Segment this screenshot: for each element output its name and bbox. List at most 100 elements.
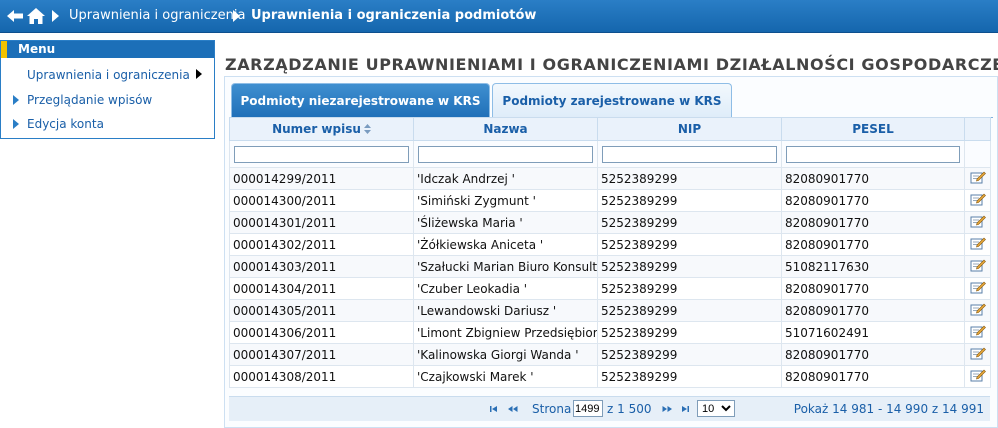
edit-icon[interactable] [970, 193, 986, 209]
cell-numer: 000014303/2011 [229, 255, 414, 278]
cell-nazwa: 'Czajkowski Marek ' [413, 365, 598, 388]
chevron-right-icon [13, 95, 19, 105]
cell-nip: 5252389299 [597, 255, 782, 278]
cell-nip: 5252389299 [597, 321, 782, 344]
filter-cell [597, 140, 782, 168]
edit-cell [964, 365, 991, 388]
table-row[interactable]: 000014300/2011 'Simiński Zygmunt ' 5252389… [229, 189, 991, 212]
cell-numer: 000014307/2011 [229, 343, 414, 366]
first-page-icon[interactable] [489, 403, 499, 417]
table-row[interactable]: 000014303/2011 'Szałucki Marian Biuro Kon… [229, 255, 991, 278]
edit-cell [964, 299, 991, 322]
back-arrow-icon[interactable] [6, 6, 24, 26]
page-title: ZARZĄDZANIE UPRAWNIENIAMI I OGRANICZENIA… [225, 55, 998, 74]
menu-item-uprawnienia[interactable]: Uprawnienia i ograniczenia [27, 65, 202, 85]
column-header-nazwa[interactable]: Nazwa [413, 117, 598, 141]
edit-cell [964, 189, 991, 212]
cell-numer: 000014300/2011 [229, 189, 414, 212]
cell-nazwa: 'Śliżewska Maria ' [413, 211, 598, 234]
cell-nip: 5252389299 [597, 167, 782, 190]
edit-cell [964, 211, 991, 234]
cell-pesel: 82080901770 [781, 233, 965, 256]
cell-nip: 5252389299 [597, 365, 782, 388]
cell-numer: 000014305/2011 [229, 299, 414, 322]
breadcrumb-separator-icon [52, 10, 59, 22]
filter-nip-input[interactable] [602, 145, 777, 163]
current-item-arrow-icon [195, 69, 202, 79]
edit-icon[interactable] [970, 325, 986, 341]
edit-cell [964, 277, 991, 300]
table-row[interactable]: 000014307/2011 'Kalinowska Giorgi Wanda '… [229, 343, 991, 366]
cell-nip: 5252389299 [597, 299, 782, 322]
table-row[interactable]: 000014302/2011 'Żółkiewska Aniceta ' 52523… [229, 233, 991, 256]
filter-numer-input[interactable] [234, 145, 409, 163]
cell-pesel: 82080901770 [781, 189, 965, 212]
cell-nazwa: 'Żółkiewska Aniceta ' [413, 233, 598, 256]
cell-nazwa: 'Limont Zbigniew Przedsiębiorst [413, 321, 598, 344]
menu-title: Menu [1, 41, 214, 58]
cell-nazwa: 'Czuber Leokadia ' [413, 277, 598, 300]
breadcrumb-separator-icon [233, 10, 240, 22]
cell-numer: 000014302/2011 [229, 233, 414, 256]
page-label: Strona [532, 402, 572, 416]
cell-nazwa: 'Lewandowski Dariusz ' [413, 299, 598, 322]
cell-numer: 000014304/2011 [229, 277, 414, 300]
edit-icon[interactable] [970, 303, 986, 319]
edit-icon[interactable] [970, 281, 986, 297]
cell-nip: 5252389299 [597, 211, 782, 234]
cell-pesel: 51082117630 [781, 255, 965, 278]
table-row[interactable]: 000014304/2011 'Czuber Leokadia ' 52523892… [229, 277, 991, 300]
cell-nip: 5252389299 [597, 233, 782, 256]
edit-cell [964, 167, 991, 190]
last-page-icon[interactable] [680, 403, 690, 417]
filter-pesel-input[interactable] [786, 145, 960, 163]
tab-niezarejestrowane[interactable]: Podmioty niezarejestrowane w KRS [231, 83, 490, 118]
pagination-bar: Strona z 1 500 10 Pokaż 14 981 - 14 990 … [229, 396, 990, 421]
table-row[interactable]: 000014308/2011 'Czajkowski Marek ' 5252389… [229, 365, 991, 388]
edit-cell [964, 321, 991, 344]
edit-icon[interactable] [970, 237, 986, 253]
edit-icon[interactable] [970, 369, 986, 385]
sort-icon [363, 124, 371, 134]
filter-row [229, 140, 991, 168]
page-number-input[interactable] [573, 400, 603, 417]
filter-cell [781, 140, 965, 168]
edit-cell [964, 233, 991, 256]
cell-numer: 000014308/2011 [229, 365, 414, 388]
edit-icon[interactable] [970, 171, 986, 187]
edit-icon[interactable] [970, 259, 986, 275]
table-row[interactable]: 000014299/2011 'Idczak Andrzej ' 525238929… [229, 167, 991, 190]
prev-page-icon[interactable] [507, 403, 519, 417]
chevron-right-icon [13, 119, 19, 129]
menu-item-label: Uprawnienia i ograniczenia [27, 68, 190, 82]
edit-icon[interactable] [970, 215, 986, 231]
filter-nazwa-input[interactable] [418, 145, 593, 163]
menu-item-przegladanie[interactable]: Przeglądanie wpisów [10, 90, 152, 110]
rows-per-page-select[interactable]: 10 [697, 400, 735, 417]
cell-numer: 000014301/2011 [229, 211, 414, 234]
column-header-numer[interactable]: Numer wpisu [229, 117, 414, 141]
filter-cell [413, 140, 598, 168]
table-row[interactable]: 000014306/2011 'Limont Zbigniew Przedsięb… [229, 321, 991, 344]
cell-nazwa: 'Idczak Andrzej ' [413, 167, 598, 190]
cell-pesel: 82080901770 [781, 299, 965, 322]
side-menu: Menu Uprawnienia i ograniczenia Przegląd… [0, 40, 215, 139]
cell-numer: 000014306/2011 [229, 321, 414, 344]
home-icon[interactable] [26, 6, 46, 26]
cell-nip: 5252389299 [597, 277, 782, 300]
edit-icon[interactable] [970, 347, 986, 363]
records-summary: Pokaż 14 981 - 14 990 z 14 991 [793, 402, 984, 416]
cell-numer: 000014299/2011 [229, 167, 414, 190]
table-row[interactable]: 000014305/2011 'Lewandowski Dariusz ' 5252… [229, 299, 991, 322]
cell-pesel: 82080901770 [781, 277, 965, 300]
records-table: Numer wpisu Nazwa NIP PESEL 000014299/20… [229, 117, 991, 388]
column-header-pesel[interactable]: PESEL [781, 117, 965, 141]
menu-item-edycja[interactable]: Edycja konta [10, 114, 104, 134]
cell-pesel: 51071602491 [781, 321, 965, 344]
breadcrumb-item-uprawnienia[interactable]: Uprawnienia i ograniczenia [69, 8, 245, 23]
table-row[interactable]: 000014301/2011 'Śliżewska Maria ' 52523892… [229, 211, 991, 234]
column-header-nip[interactable]: NIP [597, 117, 782, 141]
top-navigation-bar: Uprawnienia i ograniczenia Uprawnienia i… [0, 0, 998, 33]
tab-zarejestrowane[interactable]: Podmioty zarejestrowane w KRS [492, 83, 732, 118]
next-page-icon[interactable] [661, 403, 673, 417]
